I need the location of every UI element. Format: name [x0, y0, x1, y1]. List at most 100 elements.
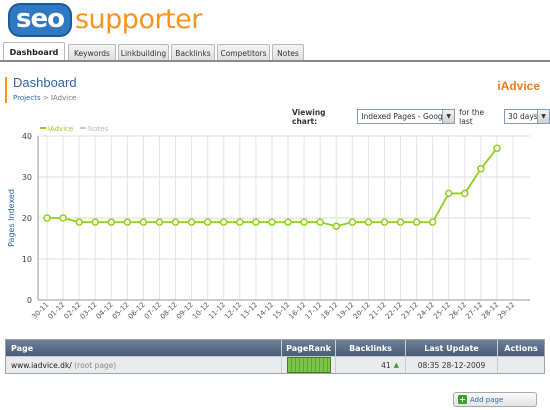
- project-name: iAdvice: [497, 79, 540, 93]
- data-point: [461, 189, 469, 198]
- data-point: [428, 218, 437, 226]
- main-tabs: Dashboard Keywords Linkbuilding Backlink…: [3, 42, 550, 61]
- data-point: [187, 218, 196, 226]
- pagerank-bar: [286, 357, 331, 373]
- data-point: [284, 218, 292, 226]
- data-point: [91, 218, 99, 226]
- backlinks-count: 41: [381, 360, 391, 370]
- data-point: [300, 218, 308, 226]
- x-tick-label: 18-12: [320, 301, 340, 321]
- col-pagerank[interactable]: PageRank: [281, 340, 335, 356]
- x-tick-label: 19-12: [336, 301, 356, 321]
- page-title: Dashboard: [13, 75, 77, 90]
- x-tick-label: 01-12: [46, 301, 66, 321]
- tab-linkbuilding[interactable]: Linkbuilding: [118, 44, 169, 61]
- row-last-update-cell: 08:35 28-12-2009: [405, 357, 497, 373]
- page-note: (root page): [74, 360, 117, 370]
- plus-icon: +: [458, 395, 467, 404]
- x-tick-label: 03-12: [79, 301, 99, 321]
- x-tick-label: 08-12: [159, 301, 179, 321]
- data-point: [380, 218, 389, 226]
- y-tick-label: 0: [27, 296, 32, 305]
- x-tick-label: 26-12: [448, 301, 468, 321]
- breadcrumb-separator: >: [40, 94, 51, 102]
- x-tick-label: 14-12: [255, 301, 275, 321]
- tab-dashboard[interactable]: Dashboard: [3, 42, 65, 61]
- page-header: Dashboard Projects > IAdvice iAdvice: [5, 75, 545, 105]
- tabs-divider: [0, 60, 550, 62]
- pages-indexed-chart: 01020304030-1101-1202-1203-1204-1205-120…: [7, 125, 530, 321]
- x-tick-label: 23-12: [400, 301, 420, 321]
- data-point: [107, 218, 116, 226]
- data-point: [220, 218, 228, 226]
- x-tick-label: 25-12: [432, 301, 452, 321]
- x-tick-label: 07-12: [143, 301, 163, 321]
- breadcrumb-projects[interactable]: Projects: [13, 94, 41, 102]
- legend-label-iadvice: iAdvice: [48, 125, 73, 133]
- table-header: Page PageRank Backlinks Last Update Acti…: [6, 340, 544, 356]
- x-tick-label: 21-12: [368, 301, 388, 321]
- breadcrumb-current: IAdvice: [50, 94, 77, 102]
- x-tick-label: 15-12: [271, 301, 291, 321]
- row-backlinks-cell: 41 ▲: [335, 357, 405, 373]
- data-point: [268, 218, 276, 226]
- row-actions-cell: [497, 357, 544, 373]
- data-point: [477, 165, 485, 173]
- x-tick-label: 30-11: [30, 301, 50, 321]
- x-tick-label: 06-12: [127, 301, 147, 321]
- y-tick-label: 20: [22, 214, 32, 223]
- x-tick-label: 10-12: [191, 301, 211, 321]
- tab-backlinks[interactable]: Backlinks: [171, 44, 215, 61]
- data-point: [332, 222, 340, 230]
- data-point: [75, 218, 83, 226]
- x-tick-label: 12-12: [223, 301, 243, 321]
- y-tick-label: 30: [22, 173, 32, 182]
- y-axis-label: Pages Indexed: [7, 189, 16, 247]
- page-url[interactable]: www.iadvice.dk/: [11, 361, 72, 370]
- x-tick-label: 16-12: [287, 301, 307, 321]
- logo[interactable]: seo supporter: [8, 2, 202, 38]
- col-page[interactable]: Page: [11, 340, 281, 356]
- y-tick-label: 40: [22, 132, 32, 141]
- x-tick-label: 27-12: [464, 301, 484, 321]
- x-tick-label: 13-12: [239, 301, 259, 321]
- x-tick-label: 28-12: [480, 301, 500, 321]
- data-point: [348, 218, 357, 226]
- logo-supporter: supporter: [74, 4, 202, 35]
- x-tick-label: 17-12: [304, 301, 324, 321]
- data-point: [155, 218, 164, 226]
- x-tick-label: 09-12: [175, 301, 195, 321]
- tab-notes[interactable]: Notes: [272, 44, 304, 61]
- y-tick-label: 10: [22, 255, 32, 264]
- table-row[interactable]: www.iadvice.dk/ (root page) 41 ▲ 08:35 2…: [6, 356, 544, 373]
- data-point: [412, 218, 421, 226]
- data-point: [203, 218, 212, 226]
- x-tick-label: 22-12: [384, 301, 404, 321]
- x-tick-label: 11-12: [207, 301, 227, 321]
- data-point: [444, 189, 453, 198]
- x-tick-label: 05-12: [111, 301, 131, 321]
- col-last-update[interactable]: Last Update: [405, 340, 497, 356]
- breadcrumb: Projects > IAdvice: [13, 94, 76, 102]
- legend-label-notes: Notes: [88, 125, 109, 133]
- title-accent-bar: [5, 77, 7, 103]
- col-actions: Actions: [497, 340, 544, 356]
- col-backlinks[interactable]: Backlinks: [335, 340, 405, 356]
- x-tick-label: 29-12: [496, 301, 516, 321]
- x-tick-label: 24-12: [416, 301, 436, 321]
- pages-table: Page PageRank Backlinks Last Update Acti…: [5, 339, 545, 374]
- data-point: [123, 218, 132, 226]
- tab-competitors[interactable]: Competitors: [217, 44, 270, 61]
- data-point: [59, 214, 67, 222]
- logo-seo: seo: [8, 3, 72, 37]
- row-pagerank-cell: [281, 357, 335, 373]
- x-tick-label: 02-12: [63, 301, 83, 321]
- data-point: [493, 144, 501, 153]
- data-point: [236, 218, 244, 226]
- data-point: [43, 214, 51, 222]
- row-page-cell: www.iadvice.dk/ (root page): [11, 357, 281, 373]
- tab-keywords[interactable]: Keywords: [68, 44, 116, 61]
- add-page-button[interactable]: + Add page: [453, 392, 537, 407]
- data-point: [252, 218, 260, 226]
- add-page-label: Add page: [470, 395, 504, 404]
